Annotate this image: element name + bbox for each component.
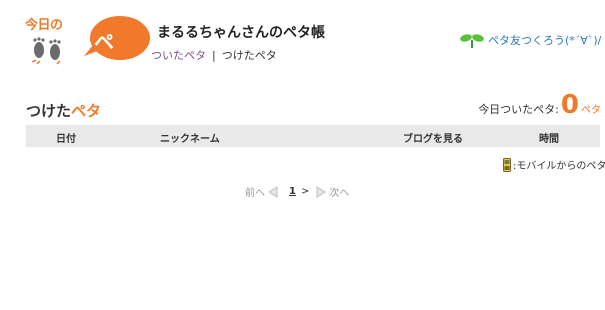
footprints-icon — [31, 37, 61, 65]
triangle-left-icon[interactable] — [268, 185, 278, 198]
today-count-number: 0 — [560, 90, 579, 120]
make-peta-friends-link[interactable]: ペタ友つくろう(*´∀`)/ — [460, 32, 601, 48]
triangle-right-icon[interactable] — [316, 185, 327, 198]
peta-tabs: ついたペタ | つけたペタ — [151, 47, 277, 63]
peta-logo[interactable]: 今日の ペタ — [22, 12, 150, 83]
mobile-peta-legend: :モバイルからのペタ — [503, 157, 605, 172]
column-header-time: 時間 — [539, 134, 559, 145]
section-title-prefix: つけた — [26, 102, 72, 120]
today-peta-count: 今日ついたペタ: 0 ペタ — [478, 92, 601, 118]
tab-given-peta[interactable]: つけたペタ — [222, 49, 277, 62]
next-page-link[interactable]: 次へ — [329, 184, 349, 199]
column-header-date: 日付 — [56, 134, 76, 145]
mobile-note-label: :モバイルからのペタ — [513, 161, 605, 172]
friend-link-label: ペタ友つくろう(*´∀`)/ — [488, 34, 602, 47]
column-header-view-blog: ブログを見る — [403, 134, 463, 145]
logo-kyou-text: 今日の — [25, 18, 63, 33]
tab-separator: | — [212, 49, 216, 62]
section-title: つけたペタ — [26, 100, 101, 121]
mobile-phone-icon — [503, 157, 511, 172]
page-title: まるるちゃんさんのペタ帳 — [157, 25, 325, 41]
peta-table-header: 日付 ニックネーム ブログを見る 時間 — [26, 125, 600, 147]
pager-gt: > — [300, 186, 310, 197]
today-count-unit: ペタ — [581, 105, 601, 116]
today-count-label: 今日ついたペタ: — [478, 103, 559, 116]
section-title-peta: ペタ — [71, 102, 102, 120]
column-header-nickname: ニックネーム — [160, 134, 220, 145]
pagination: 前へ 1 > 次へ — [245, 184, 349, 199]
tab-received-peta[interactable]: ついたペタ — [151, 49, 206, 62]
prev-page-link[interactable]: 前へ — [245, 184, 265, 199]
logo-peta-text: ペタ — [94, 30, 115, 83]
sprout-icon — [460, 34, 484, 48]
current-page-number[interactable]: 1 — [289, 186, 296, 197]
